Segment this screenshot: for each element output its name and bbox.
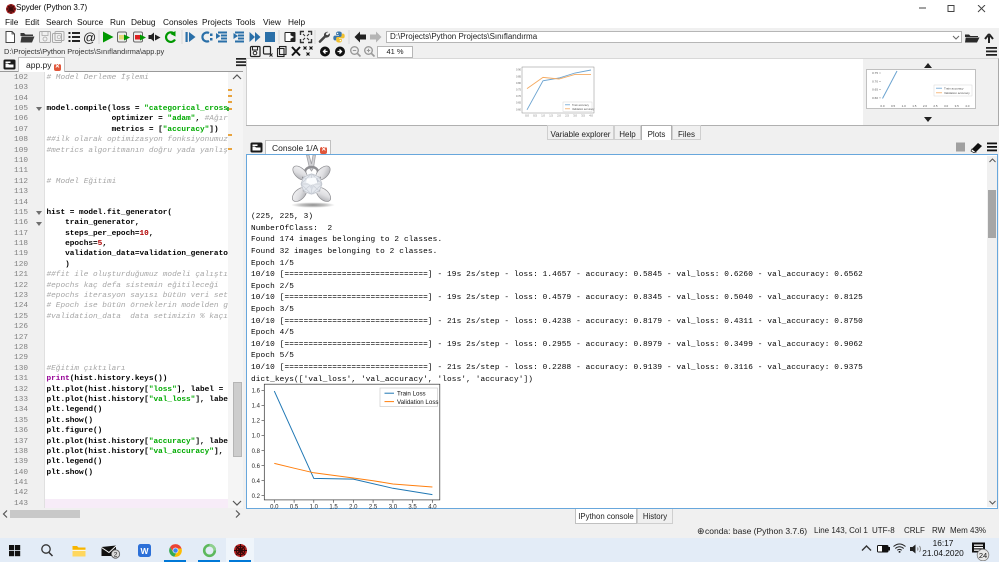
svg-text:24: 24 xyxy=(979,551,987,560)
svg-text:W: W xyxy=(140,546,149,556)
svg-text:2: 2 xyxy=(114,552,118,559)
